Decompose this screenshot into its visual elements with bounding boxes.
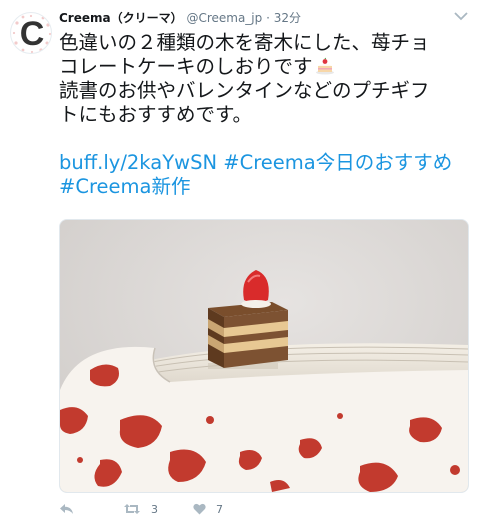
- hashtag-link-2[interactable]: #Creema新作: [59, 175, 190, 198]
- reply-icon[interactable]: [59, 503, 74, 515]
- tweet-url-link[interactable]: buff.ly/2kaYwSN: [59, 151, 217, 174]
- tweet-line-1: 色違いの２種類の木を寄木にした、苺チョ: [59, 31, 430, 54]
- tweet-line-2: コレートケーキのしおりです: [59, 55, 467, 79]
- tweet-photo[interactable]: [59, 219, 469, 493]
- cake-bookmark-photo: [60, 220, 468, 492]
- user-handle[interactable]: @Creema_jp: [186, 11, 262, 25]
- tweet-line-3: 読書のお供やバレンタインなどのプチギフ: [59, 79, 430, 102]
- chevron-down-icon[interactable]: [454, 11, 468, 21]
- hashtag-link-1[interactable]: #Creema今日のおすすめ: [223, 151, 452, 174]
- tweet-hashtag-line: #Creema新作: [59, 175, 467, 199]
- retweet-action[interactable]: 3: [123, 499, 158, 519]
- tweet-line-2-text: コレートケーキのしおりです: [59, 55, 313, 78]
- cake-emoji-icon: [315, 57, 334, 75]
- separator-dot: ·: [266, 11, 270, 25]
- tweet-time[interactable]: 32分: [274, 11, 301, 25]
- tweet-card: C Creema（クリーマ） @Creema_jp · 32分 色違いの２種類の…: [0, 0, 480, 521]
- avatar-letter: C: [19, 15, 45, 53]
- tweet-header: Creema（クリーマ） @Creema_jp · 32分: [59, 9, 301, 27]
- tweet-line-4: トにもおすすめです。: [59, 103, 253, 126]
- heart-icon[interactable]: [193, 503, 206, 515]
- tweet-links-line: buff.ly/2kaYwSN #Creema今日のおすすめ: [59, 151, 467, 175]
- retweet-count: 3: [151, 502, 158, 516]
- tweet-actions: 3 7: [59, 499, 459, 519]
- avatar[interactable]: C: [10, 12, 52, 54]
- like-action[interactable]: 7: [193, 499, 223, 519]
- user-name[interactable]: Creema（クリーマ）: [59, 11, 183, 25]
- reply-action[interactable]: [59, 499, 74, 519]
- retweet-icon[interactable]: [123, 503, 141, 515]
- tweet-text: 色違いの２種類の木を寄木にした、苺チョ コレートケーキのしおりです 読書のお供や…: [59, 31, 467, 199]
- like-count: 7: [216, 502, 223, 516]
